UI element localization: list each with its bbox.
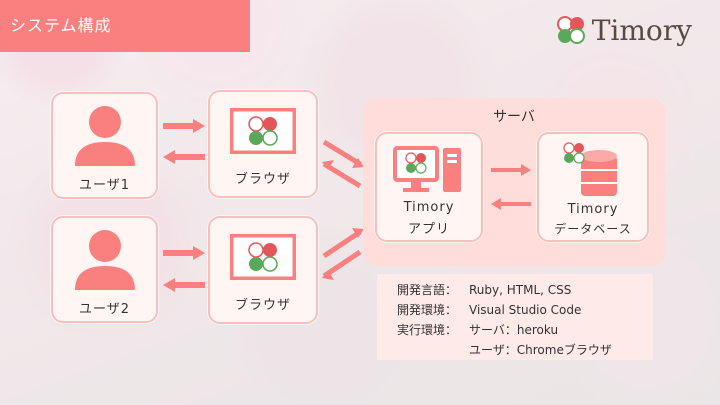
browser-label-2: ブラウザ bbox=[234, 298, 291, 313]
arrow-user1-to-browser1 bbox=[163, 119, 205, 133]
logo-text: Timory bbox=[591, 13, 692, 47]
app-card: Timory アプリ bbox=[375, 132, 483, 242]
user-icon bbox=[75, 230, 135, 290]
dev-environment-key: 開発環境： bbox=[397, 303, 458, 317]
dev-language-value: Ruby, HTML, CSS bbox=[469, 283, 572, 297]
arrow-browser2-to-user2 bbox=[163, 278, 205, 292]
db-card: Timory データベース bbox=[537, 132, 649, 242]
server-title: サーバ bbox=[493, 109, 535, 125]
user-card-1: ユーザ1 bbox=[51, 92, 158, 199]
user-label-1: ユーザ1 bbox=[78, 178, 130, 193]
arrows-browsers-to-server bbox=[322, 139, 364, 280]
arrow-user2-to-browser2 bbox=[163, 246, 205, 260]
dev-environment-row: 開発環境： Visual Studio Code bbox=[397, 300, 653, 320]
browser-card-1: ブラウザ bbox=[208, 90, 318, 198]
db-label-line1: Timory bbox=[567, 202, 619, 217]
server-panel: サーバ Timory アプリ Timory データベース bbox=[363, 98, 665, 266]
database-icon bbox=[563, 142, 617, 196]
run-environment-key: 実行環境： bbox=[397, 323, 458, 337]
browser-window-icon bbox=[230, 108, 296, 154]
arrow-browser1-to-user1 bbox=[163, 150, 205, 164]
clover-logo-icon bbox=[556, 16, 585, 44]
dev-environment-value: Visual Studio Code bbox=[469, 303, 582, 317]
app-label-line2: アプリ bbox=[407, 222, 450, 237]
computer-icon bbox=[393, 146, 461, 192]
user-icon bbox=[75, 106, 135, 166]
run-environment-user-row: ユーザ：Chromeブラウザ bbox=[397, 340, 653, 360]
db-label-line2: データベース bbox=[554, 222, 632, 236]
arrow-app-to-db bbox=[491, 164, 531, 176]
run-environment-row: 実行環境： サーバ：heroku bbox=[397, 320, 653, 340]
app-label-line1: Timory bbox=[403, 200, 455, 215]
dev-language-row: 開発言語： Ruby, HTML, CSS bbox=[397, 280, 653, 300]
page-title: システム構成 bbox=[0, 0, 250, 52]
run-environment-user: ユーザ：Chromeブラウザ bbox=[469, 343, 612, 357]
run-environment-server: サーバ：heroku bbox=[469, 323, 559, 337]
logo: Timory bbox=[556, 12, 692, 48]
arrow-db-to-app bbox=[491, 198, 531, 210]
browser-window-icon bbox=[230, 234, 296, 280]
user-card-2: ユーザ2 bbox=[51, 216, 158, 323]
browser-card-2: ブラウザ bbox=[208, 216, 318, 324]
tech-info-box: 開発言語： Ruby, HTML, CSS 開発環境： Visual Studi… bbox=[377, 274, 653, 360]
browser-label-1: ブラウザ bbox=[234, 172, 291, 187]
dev-language-key: 開発言語： bbox=[397, 283, 458, 297]
user-label-2: ユーザ2 bbox=[78, 302, 130, 317]
